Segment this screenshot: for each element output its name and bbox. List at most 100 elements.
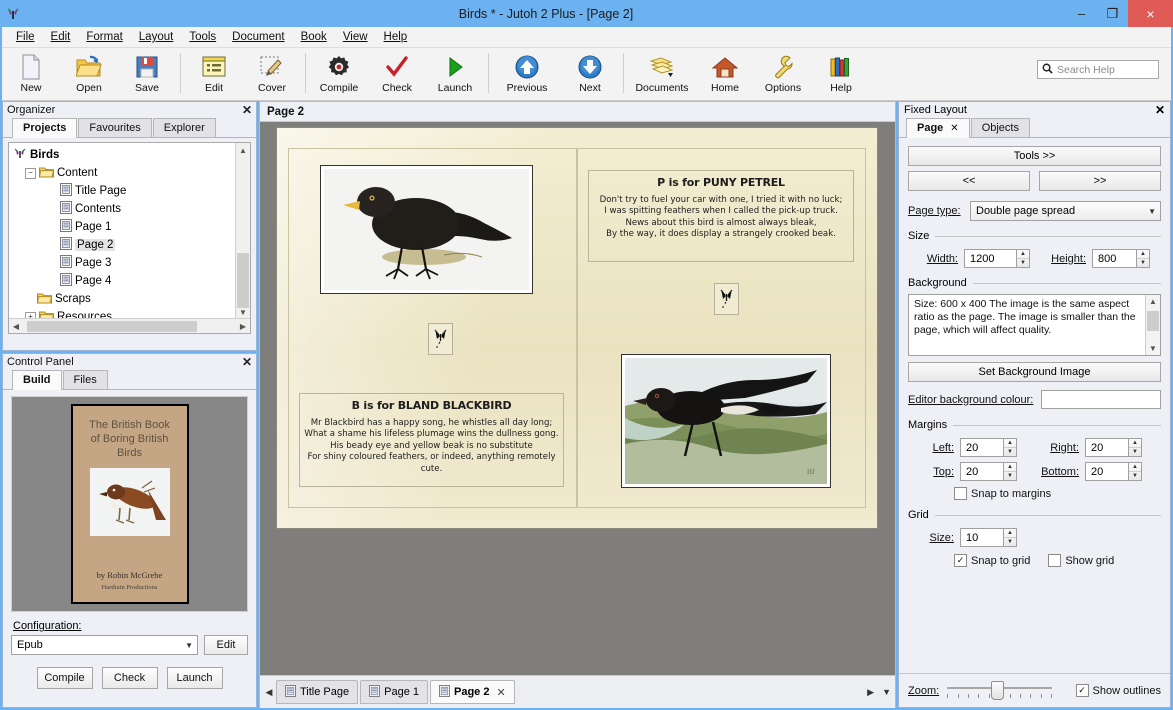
spin-down-icon[interactable]: ▼ xyxy=(1004,538,1016,546)
previous-page-button[interactable]: << xyxy=(908,171,1030,191)
maximize-button[interactable]: ❐ xyxy=(1097,0,1128,27)
compile-button[interactable]: Compile xyxy=(37,667,93,689)
scroll-right-icon[interactable]: ▶ xyxy=(236,322,250,331)
grid-size-spinner[interactable]: ▲▼ xyxy=(1004,528,1017,547)
margin-bottom-input[interactable]: 20 xyxy=(1085,462,1129,481)
background-info-scrollbar[interactable]: ▲ ▼ xyxy=(1145,295,1160,355)
doc-tab-page-1[interactable]: Page 1 xyxy=(360,680,428,704)
spin-down-icon[interactable]: ▼ xyxy=(1129,472,1141,480)
tab-files[interactable]: Files xyxy=(63,370,108,389)
height-spinner[interactable]: ▲▼ xyxy=(1137,249,1150,268)
spin-up-icon[interactable]: ▲ xyxy=(1004,529,1016,538)
toolbar-options-button[interactable]: Options xyxy=(754,48,812,100)
zoom-slider[interactable] xyxy=(947,681,1052,701)
doc-tab-page-2[interactable]: Page 2 ✕ xyxy=(430,680,515,704)
menu-edit[interactable]: Edit xyxy=(43,29,79,45)
check-button[interactable]: Check xyxy=(102,667,158,689)
page-spread[interactable]: B is for BLAND BLACKBIRD Mr Blackbird ha… xyxy=(277,128,877,528)
spin-down-icon[interactable]: ▼ xyxy=(1129,448,1141,456)
menu-file[interactable]: File xyxy=(8,29,43,45)
tools-button[interactable]: Tools >> xyxy=(908,146,1161,166)
toolbar-help-button[interactable]: Help xyxy=(812,48,870,100)
tree-item-page-4[interactable]: Page 4 xyxy=(13,272,250,290)
close-button[interactable]: × xyxy=(1128,0,1173,27)
menu-tools[interactable]: Tools xyxy=(181,29,224,45)
spin-up-icon[interactable]: ▲ xyxy=(1137,250,1149,259)
blackbird-poem-object[interactable]: B is for BLAND BLACKBIRD Mr Blackbird ha… xyxy=(299,393,564,487)
scroll-up-icon[interactable]: ▲ xyxy=(1146,295,1160,308)
scroll-left-icon[interactable]: ◀ xyxy=(9,322,23,331)
show-grid-checkbox[interactable] xyxy=(1048,554,1061,567)
toolbar-open-button[interactable]: Open xyxy=(60,48,118,100)
tab-objects[interactable]: Objects xyxy=(971,118,1030,137)
tab-scroll-left-icon[interactable]: ◀ xyxy=(262,687,276,698)
launch-button[interactable]: Launch xyxy=(167,667,223,689)
spin-up-icon[interactable]: ▲ xyxy=(1004,463,1016,472)
minimize-button[interactable]: – xyxy=(1066,0,1097,27)
petrel-poem-object[interactable]: P is for PUNY PETREL Don't try to fuel y… xyxy=(588,170,854,262)
width-spinner[interactable]: ▲▼ xyxy=(1017,249,1030,268)
margin-left-spinner[interactable]: ▲▼ xyxy=(1004,438,1017,457)
margin-right-spinner[interactable]: ▲▼ xyxy=(1129,438,1142,457)
tab-favourites[interactable]: Favourites xyxy=(78,118,151,137)
toolbar-previous-button[interactable]: Previous xyxy=(493,48,561,100)
tree-item-content[interactable]: − Content xyxy=(13,164,250,182)
scroll-up-icon[interactable]: ▲ xyxy=(236,143,250,157)
scroll-thumb[interactable] xyxy=(1147,311,1159,331)
doc-tab-title-page[interactable]: Title Page xyxy=(276,680,358,704)
snap-to-margins-checkbox[interactable] xyxy=(954,487,967,500)
toolbar-edit-button[interactable]: Edit xyxy=(185,48,243,100)
toolbar-home-button[interactable]: Home xyxy=(696,48,754,100)
scroll-thumb-h[interactable] xyxy=(27,321,197,332)
toolbar-save-button[interactable]: Save xyxy=(118,48,176,100)
tab-list-menu-icon[interactable]: ▼ xyxy=(882,687,891,697)
control-panel-close-icon[interactable]: ✕ xyxy=(242,355,252,369)
margin-top-input[interactable]: 20 xyxy=(960,462,1004,481)
tab-page-close-icon[interactable]: ✕ xyxy=(950,119,958,138)
show-grid-row[interactable]: Show grid xyxy=(1048,554,1114,567)
page-type-select[interactable]: Double page spread ▼ xyxy=(970,201,1161,221)
spin-down-icon[interactable]: ▼ xyxy=(1017,259,1029,267)
menu-help[interactable]: Help xyxy=(376,29,416,45)
spin-up-icon[interactable]: ▲ xyxy=(1004,439,1016,448)
snap-to-grid-checkbox[interactable]: ✓ xyxy=(954,554,967,567)
tab-projects[interactable]: Projects xyxy=(12,118,77,138)
tab-build[interactable]: Build xyxy=(12,370,62,390)
show-outlines-row[interactable]: ✓ Show outlines xyxy=(1076,684,1162,697)
set-background-image-button[interactable]: Set Background Image xyxy=(908,362,1161,382)
menu-view[interactable]: View xyxy=(335,29,376,45)
toolbar-check-button[interactable]: Check xyxy=(368,48,426,100)
spin-up-icon[interactable]: ▲ xyxy=(1017,250,1029,259)
blackbird-image-object[interactable] xyxy=(321,166,532,293)
zoom-slider-thumb[interactable] xyxy=(991,681,1004,700)
snap-to-margins-row[interactable]: Snap to margins xyxy=(908,487,1161,500)
toolbar-documents-button[interactable]: Documents xyxy=(628,48,696,100)
tree-item-page-3[interactable]: Page 3 xyxy=(13,254,250,272)
grid-size-input[interactable]: 10 xyxy=(960,528,1004,547)
tree-item-birds[interactable]: Birds xyxy=(13,146,250,164)
spin-down-icon[interactable]: ▼ xyxy=(1004,472,1016,480)
fixed-layout-close-icon[interactable]: ✕ xyxy=(1155,103,1165,117)
tree-item-scraps[interactable]: Scraps xyxy=(13,290,250,308)
tree-vertical-scrollbar[interactable]: ▲ ▼ xyxy=(235,143,250,333)
cover-preview-area[interactable]: The British Book of Boring British Birds xyxy=(11,396,248,612)
editor-bg-colour-field[interactable] xyxy=(1041,390,1161,409)
spin-down-icon[interactable]: ▼ xyxy=(1004,448,1016,456)
tree-item-page-2[interactable]: Page 2 xyxy=(13,236,250,254)
scroll-thumb[interactable] xyxy=(237,253,249,308)
menu-layout[interactable]: Layout xyxy=(131,29,182,45)
menu-format[interactable]: Format xyxy=(78,29,130,45)
margin-bottom-spinner[interactable]: ▲▼ xyxy=(1129,462,1142,481)
margin-top-spinner[interactable]: ▲▼ xyxy=(1004,462,1017,481)
background-info-box[interactable]: Size: 600 x 400 The image is the same as… xyxy=(908,294,1161,356)
height-input[interactable]: 800 xyxy=(1092,249,1137,268)
tree-item-title-page[interactable]: Title Page xyxy=(13,182,250,200)
spin-up-icon[interactable]: ▲ xyxy=(1129,439,1141,448)
snap-to-grid-row[interactable]: ✓ Snap to grid xyxy=(954,554,1030,567)
tree-item-page-1[interactable]: Page 1 xyxy=(13,218,250,236)
search-help-input[interactable]: Search Help xyxy=(1037,60,1159,79)
scroll-down-icon[interactable]: ▼ xyxy=(236,305,250,319)
toolbar-cover-button[interactable]: Cover xyxy=(243,48,301,100)
toolbar-compile-button[interactable]: Compile xyxy=(310,48,368,100)
menu-book[interactable]: Book xyxy=(293,29,335,45)
